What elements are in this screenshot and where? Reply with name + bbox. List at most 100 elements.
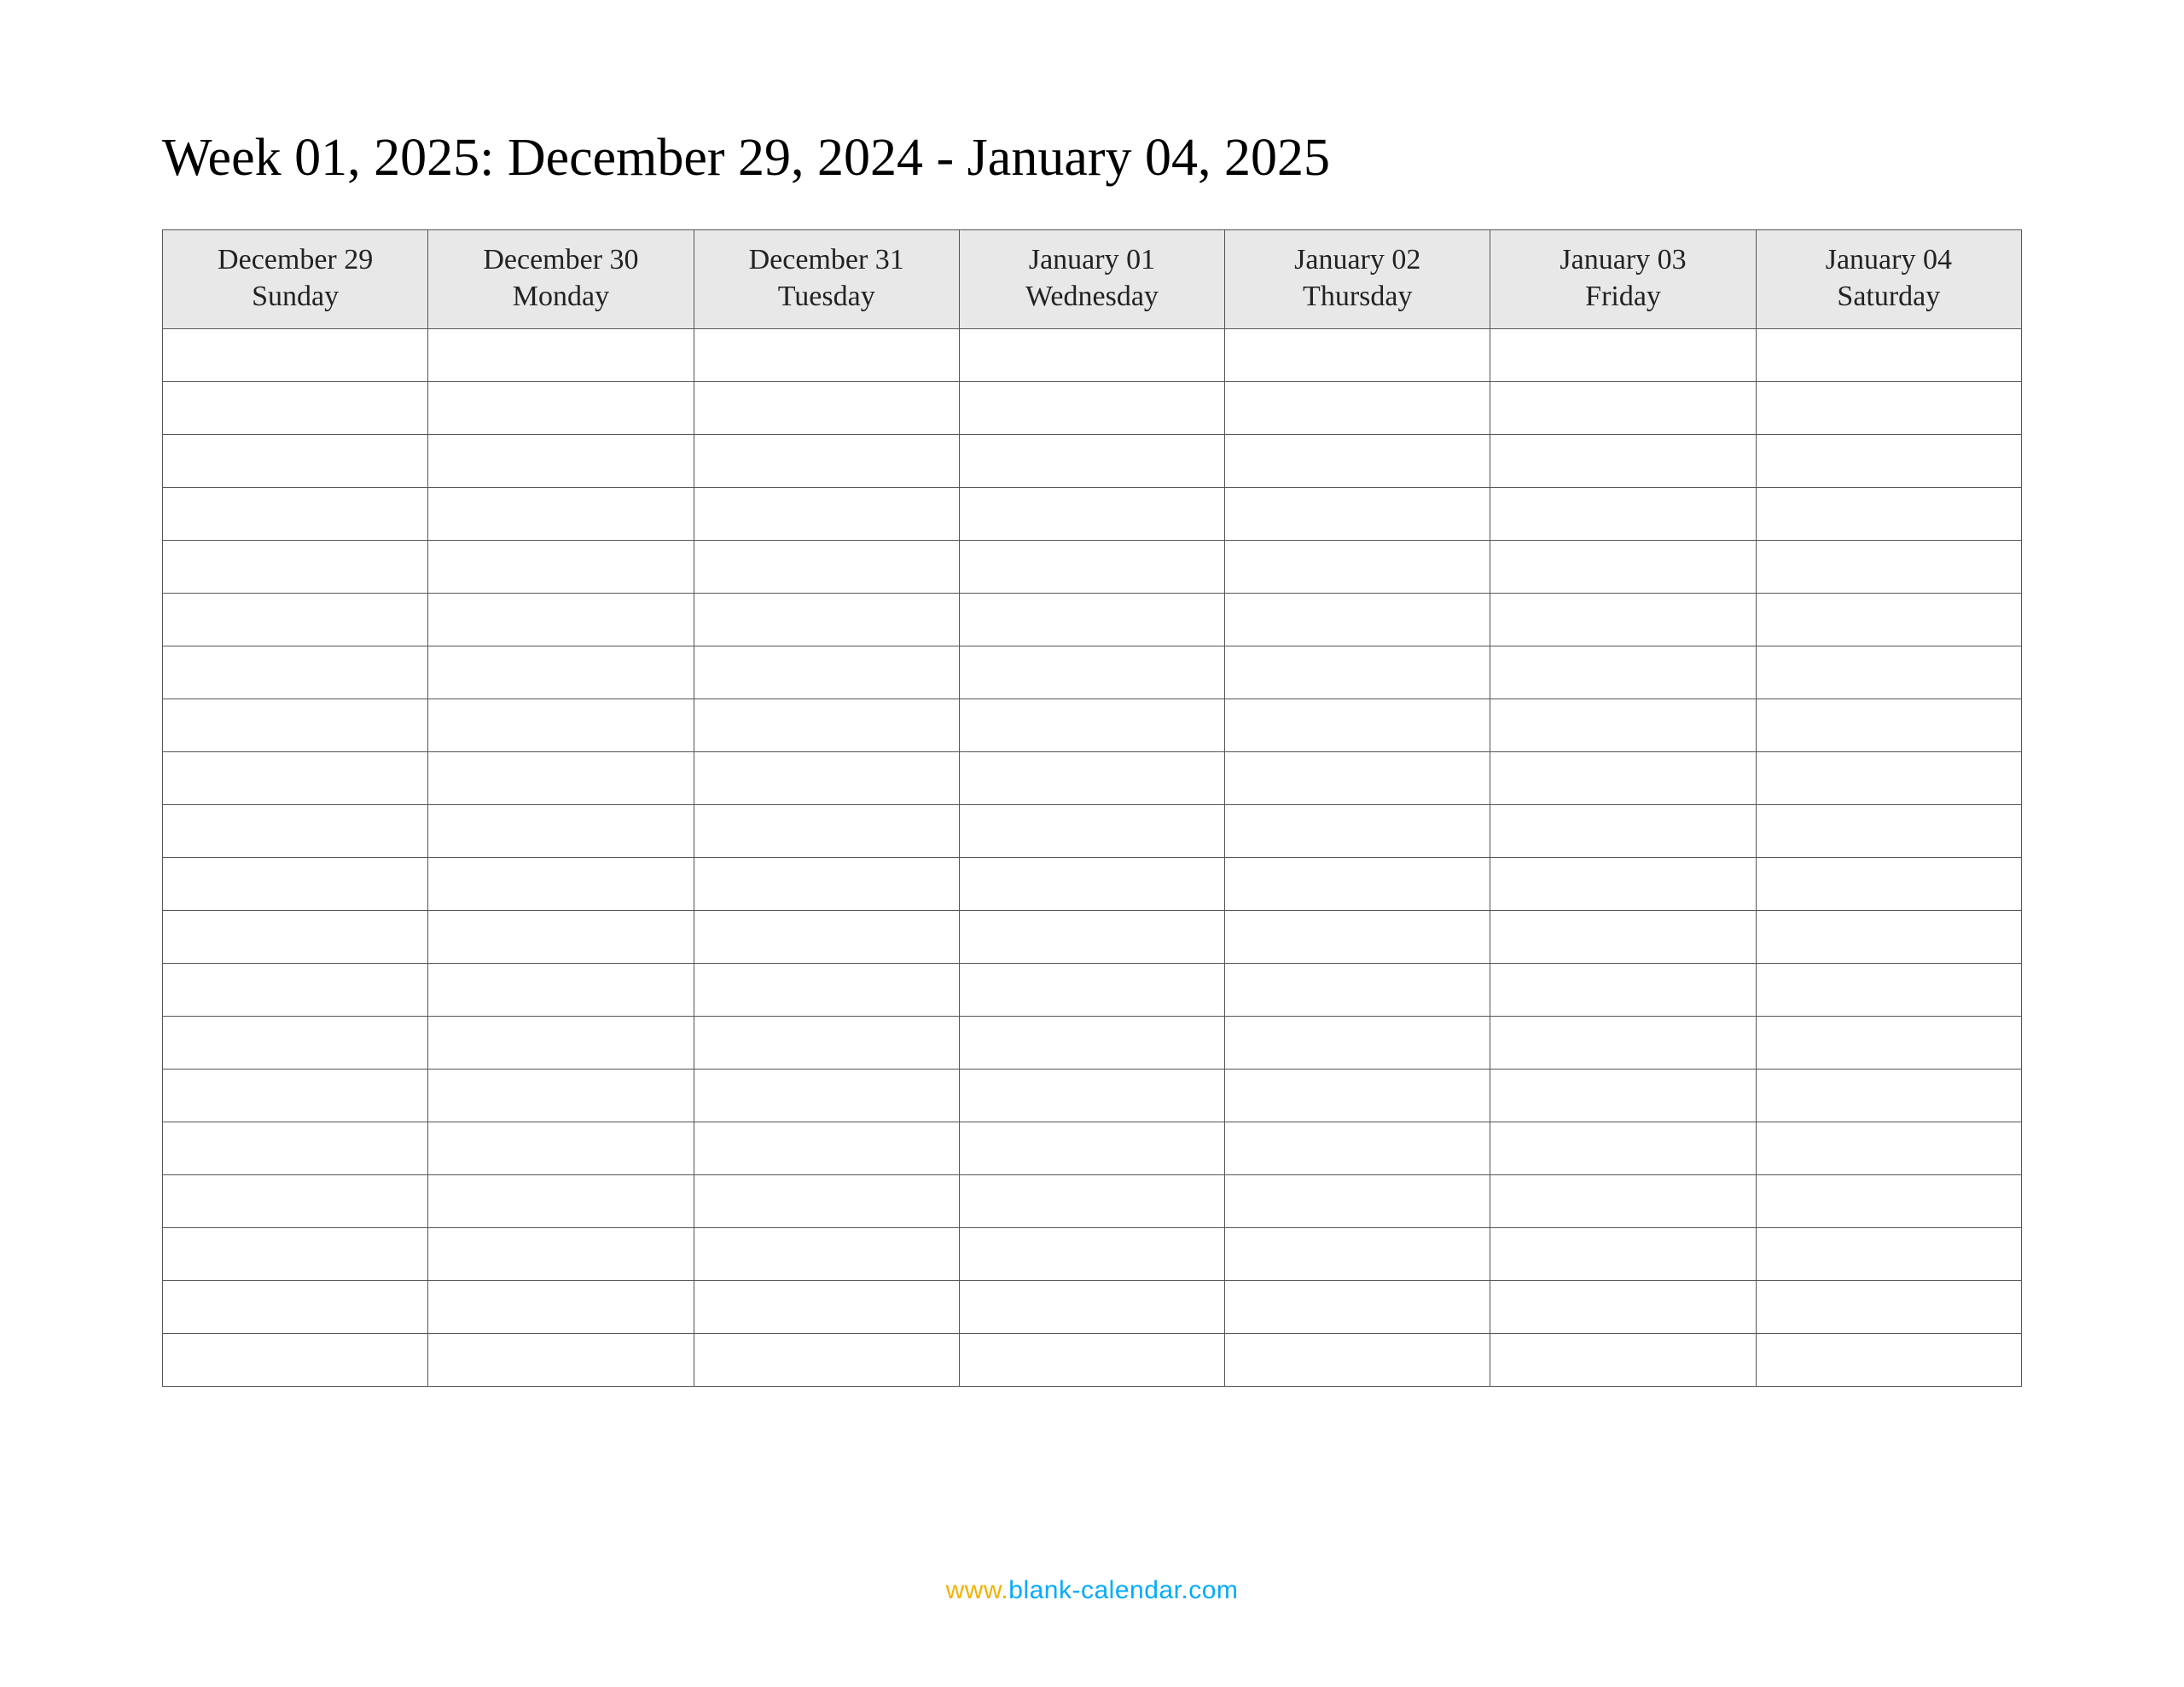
calendar-cell[interactable] [428,541,694,594]
calendar-cell[interactable] [1756,911,2021,964]
calendar-cell[interactable] [1756,1070,2021,1122]
calendar-cell[interactable] [428,964,694,1017]
calendar-cell[interactable] [163,752,428,805]
calendar-cell[interactable] [428,1017,694,1070]
calendar-cell[interactable] [694,1334,959,1387]
calendar-cell[interactable] [959,699,1224,752]
calendar-cell[interactable] [163,329,428,382]
calendar-cell[interactable] [694,435,959,488]
calendar-cell[interactable] [959,1228,1224,1281]
calendar-cell[interactable] [163,699,428,752]
calendar-cell[interactable] [1225,541,1490,594]
calendar-cell[interactable] [428,752,694,805]
calendar-cell[interactable] [428,911,694,964]
calendar-cell[interactable] [1490,435,1756,488]
calendar-cell[interactable] [428,435,694,488]
calendar-cell[interactable] [694,646,959,699]
calendar-cell[interactable] [163,1070,428,1122]
calendar-cell[interactable] [1490,1175,1756,1228]
calendar-cell[interactable] [1490,1017,1756,1070]
calendar-cell[interactable] [1490,858,1756,911]
calendar-cell[interactable] [1756,699,2021,752]
calendar-cell[interactable] [1756,646,2021,699]
calendar-cell[interactable] [694,1228,959,1281]
calendar-cell[interactable] [694,1281,959,1334]
calendar-cell[interactable] [1490,1334,1756,1387]
calendar-cell[interactable] [1490,541,1756,594]
calendar-cell[interactable] [1756,382,2021,435]
footer-source-link[interactable]: www.blank-calendar.com [0,1576,2184,1605]
calendar-cell[interactable] [1225,435,1490,488]
calendar-cell[interactable] [1756,1228,2021,1281]
calendar-cell[interactable] [694,699,959,752]
calendar-cell[interactable] [1490,752,1756,805]
calendar-cell[interactable] [163,1122,428,1175]
calendar-cell[interactable] [694,911,959,964]
calendar-cell[interactable] [163,805,428,858]
calendar-cell[interactable] [959,911,1224,964]
calendar-cell[interactable] [694,752,959,805]
calendar-cell[interactable] [694,1122,959,1175]
calendar-cell[interactable] [428,1122,694,1175]
calendar-cell[interactable] [694,1017,959,1070]
calendar-cell[interactable] [694,805,959,858]
calendar-cell[interactable] [1225,1228,1490,1281]
calendar-cell[interactable] [428,594,694,646]
calendar-cell[interactable] [1225,699,1490,752]
calendar-cell[interactable] [694,1175,959,1228]
calendar-cell[interactable] [1225,858,1490,911]
calendar-cell[interactable] [163,646,428,699]
calendar-cell[interactable] [959,646,1224,699]
calendar-cell[interactable] [1756,858,2021,911]
calendar-cell[interactable] [163,435,428,488]
calendar-cell[interactable] [1756,1175,2021,1228]
calendar-cell[interactable] [163,1281,428,1334]
calendar-cell[interactable] [694,964,959,1017]
calendar-cell[interactable] [428,805,694,858]
calendar-cell[interactable] [1756,329,2021,382]
calendar-cell[interactable] [163,541,428,594]
calendar-cell[interactable] [428,329,694,382]
calendar-cell[interactable] [428,1070,694,1122]
calendar-cell[interactable] [1756,1122,2021,1175]
calendar-cell[interactable] [959,858,1224,911]
calendar-cell[interactable] [1225,1175,1490,1228]
calendar-cell[interactable] [959,488,1224,541]
calendar-cell[interactable] [1490,1122,1756,1175]
calendar-cell[interactable] [163,911,428,964]
calendar-cell[interactable] [428,382,694,435]
calendar-cell[interactable] [694,329,959,382]
calendar-cell[interactable] [428,858,694,911]
calendar-cell[interactable] [959,435,1224,488]
calendar-cell[interactable] [428,699,694,752]
calendar-cell[interactable] [694,488,959,541]
calendar-cell[interactable] [1225,752,1490,805]
calendar-cell[interactable] [163,1334,428,1387]
calendar-cell[interactable] [1756,1017,2021,1070]
calendar-cell[interactable] [959,1175,1224,1228]
calendar-cell[interactable] [163,1175,428,1228]
calendar-cell[interactable] [959,541,1224,594]
calendar-cell[interactable] [163,488,428,541]
calendar-cell[interactable] [1225,911,1490,964]
calendar-cell[interactable] [1225,646,1490,699]
calendar-cell[interactable] [1490,329,1756,382]
calendar-cell[interactable] [959,594,1224,646]
calendar-cell[interactable] [1490,1070,1756,1122]
calendar-cell[interactable] [694,594,959,646]
calendar-cell[interactable] [959,1017,1224,1070]
calendar-cell[interactable] [163,1228,428,1281]
calendar-cell[interactable] [1225,1017,1490,1070]
calendar-cell[interactable] [1225,964,1490,1017]
calendar-cell[interactable] [1756,435,2021,488]
calendar-cell[interactable] [959,964,1224,1017]
calendar-cell[interactable] [694,382,959,435]
calendar-cell[interactable] [163,858,428,911]
calendar-cell[interactable] [163,382,428,435]
calendar-cell[interactable] [1756,964,2021,1017]
calendar-cell[interactable] [1490,699,1756,752]
calendar-cell[interactable] [428,1175,694,1228]
calendar-cell[interactable] [1756,488,2021,541]
calendar-cell[interactable] [1225,1070,1490,1122]
calendar-cell[interactable] [1756,805,2021,858]
